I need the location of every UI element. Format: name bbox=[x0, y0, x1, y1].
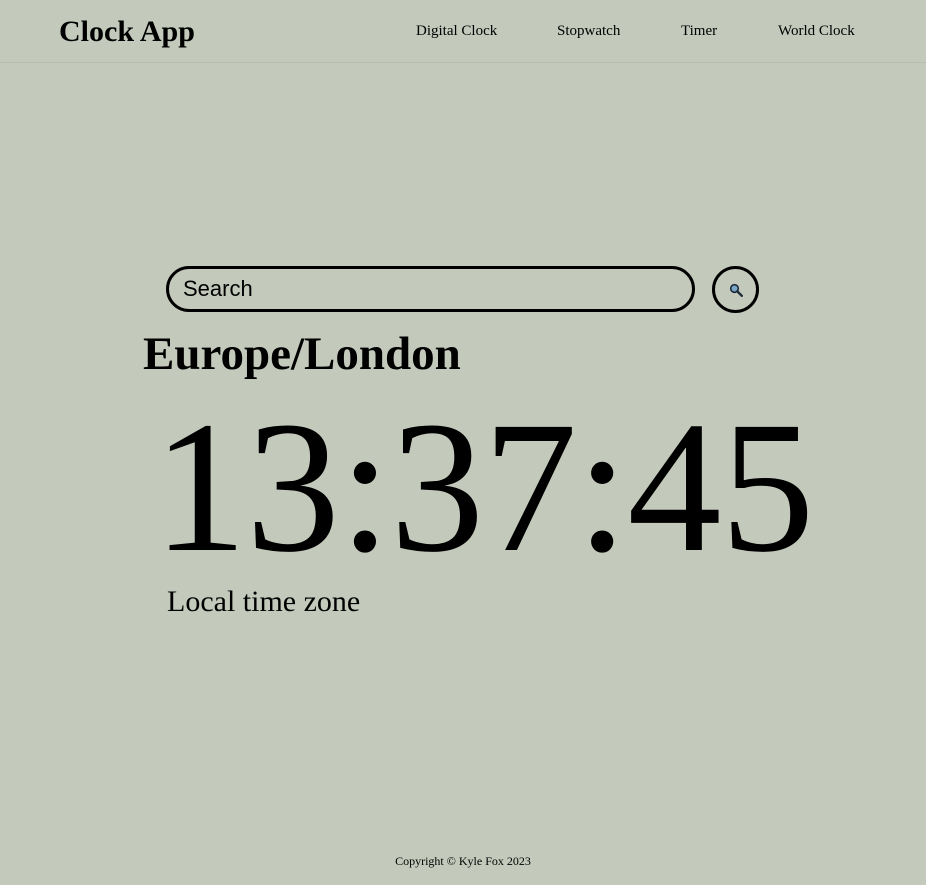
top-navbar: Clock App Digital Clock Stopwatch Timer … bbox=[0, 0, 926, 63]
nav-stopwatch[interactable]: Stopwatch bbox=[557, 22, 620, 40]
nav-timer[interactable]: Timer bbox=[681, 22, 717, 40]
timezone-name: Europe/London bbox=[143, 328, 461, 380]
nav-digital-clock[interactable]: Digital Clock bbox=[416, 22, 497, 40]
app-brand[interactable]: Clock App bbox=[59, 13, 195, 51]
search-button[interactable] bbox=[712, 266, 759, 313]
footer-copyright: Copyright © Kyle Fox 2023 bbox=[395, 854, 531, 868]
timezone-label: Local time zone bbox=[167, 585, 361, 618]
search-icon bbox=[729, 283, 743, 297]
timezone-search-input[interactable] bbox=[166, 266, 695, 312]
clock-time-display: 13:37:45 bbox=[153, 382, 814, 591]
nav-world-clock[interactable]: World Clock bbox=[778, 22, 855, 40]
